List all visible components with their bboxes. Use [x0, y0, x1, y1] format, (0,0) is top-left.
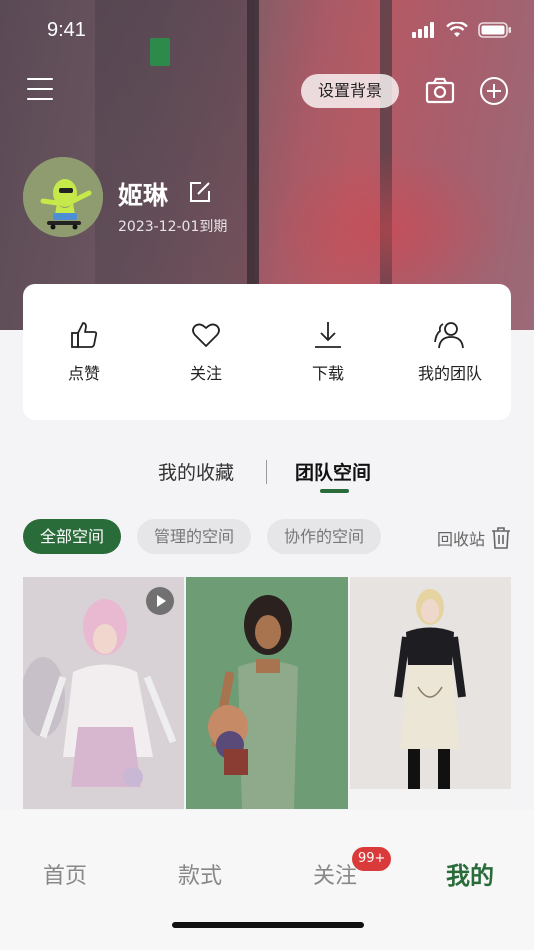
nav-following[interactable]: 关注 [313, 858, 357, 890]
space-photo-grid [23, 577, 511, 809]
team-icon [434, 322, 464, 349]
status-icons [412, 22, 512, 38]
my-team-action[interactable]: 我的团队 [395, 320, 505, 384]
bottom-nav-bar: 首页 款式 关注 99+ 我的 [0, 810, 534, 950]
menu-icon[interactable] [27, 78, 53, 100]
tab-divider [266, 460, 267, 484]
photo-card[interactable] [349, 577, 511, 809]
photo-card[interactable] [186, 577, 348, 809]
camera-icon[interactable] [425, 76, 455, 106]
membership-expiry: 2023-12-01到期 [118, 219, 228, 235]
avatar[interactable] [23, 157, 103, 237]
download-label: 下载 [311, 364, 344, 383]
thumbs-up-icon [71, 322, 98, 348]
my-team-label: 我的团队 [417, 364, 482, 383]
set-background-button[interactable]: 设置背景 [301, 74, 400, 108]
like-label: 点赞 [67, 364, 100, 383]
wifi-icon [446, 22, 468, 37]
username: 姬琳 [118, 181, 169, 210]
active-tab-indicator [320, 489, 349, 493]
signal-icon [412, 22, 434, 38]
follow-action[interactable]: 关注 [151, 320, 261, 384]
follow-label: 关注 [189, 364, 222, 383]
battery-icon [478, 22, 511, 38]
nav-mine[interactable]: 我的 [446, 856, 494, 891]
space-filter-chips: 全部空间 管理的空间 协作的空间 回收站 [23, 519, 511, 555]
notification-badge: 99+ [352, 847, 392, 871]
tab-team-space[interactable]: 团队空间 [295, 458, 371, 485]
green-dress-photo [186, 577, 348, 809]
chip-collaborative-spaces[interactable]: 协作的空间 [267, 519, 382, 554]
like-action[interactable]: 点赞 [29, 320, 139, 384]
collection-tabs: 我的收藏 团队空间 [0, 452, 534, 493]
nav-home[interactable]: 首页 [43, 858, 87, 890]
chip-managed-spaces[interactable]: 管理的空间 [137, 519, 252, 554]
add-icon[interactable] [479, 76, 509, 106]
edit-icon[interactable] [188, 180, 212, 204]
tab-my-collection[interactable]: 我的收藏 [158, 458, 234, 485]
white-skirt-photo [349, 577, 511, 809]
chip-all-spaces[interactable]: 全部空间 [23, 519, 122, 554]
home-indicator [172, 922, 364, 928]
recycle-bin-label: 回收站 [436, 530, 485, 549]
download-icon [315, 322, 341, 348]
play-icon[interactable] [146, 587, 175, 615]
status-bar: 9:41 [0, 0, 534, 60]
heart-icon [192, 323, 220, 347]
avatar-illustration [23, 157, 103, 237]
trash-icon [492, 527, 510, 549]
download-action[interactable]: 下载 [273, 320, 383, 384]
action-card: 点赞 关注 下载 我的团队 [23, 284, 511, 420]
recycle-bin-button[interactable]: 回收站 [437, 526, 511, 550]
nav-styles[interactable]: 款式 [178, 858, 222, 890]
photo-card[interactable] [23, 577, 185, 809]
top-bar: 设置背景 [0, 70, 534, 114]
status-time: 9:41 [47, 19, 86, 41]
